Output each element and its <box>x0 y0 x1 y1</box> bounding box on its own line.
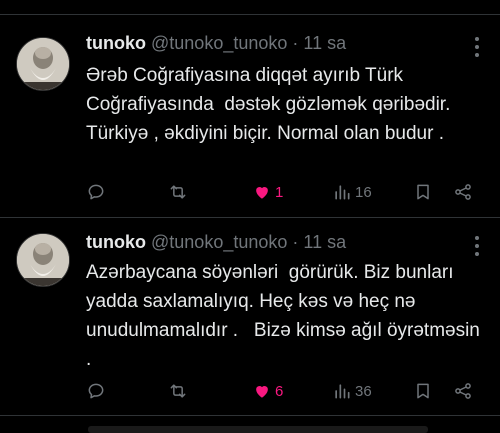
divider-bottom <box>0 415 500 416</box>
avatar[interactable] <box>16 37 70 91</box>
reply-button[interactable] <box>86 180 106 204</box>
retweet-icon <box>170 185 186 199</box>
bookmark-button[interactable] <box>413 180 433 204</box>
timestamp[interactable]: 11 sa <box>303 232 346 252</box>
heart-icon <box>256 386 268 398</box>
user-handle[interactable]: @tunoko_tunoko <box>151 33 287 53</box>
separator-dot: · <box>292 33 299 53</box>
more-options-icon[interactable] <box>474 236 480 256</box>
share-button[interactable] <box>453 180 473 204</box>
user-handle[interactable]: @tunoko_tunoko <box>151 232 287 252</box>
views-button[interactable]: 16 <box>332 180 372 204</box>
retweet-button[interactable] <box>168 379 188 403</box>
views-icon <box>335 185 350 200</box>
views-button[interactable]: 36 <box>332 379 372 403</box>
tweet-actions: 1 16 <box>86 180 486 204</box>
view-count: 36 <box>355 382 372 400</box>
tweet[interactable]: tunoko @tunoko_tunoko · 11 sa Azərbaycan… <box>0 218 500 415</box>
view-count: 16 <box>355 183 372 201</box>
reply-icon <box>88 184 104 200</box>
bookmark-button[interactable] <box>413 379 433 403</box>
avatar-image <box>17 234 69 286</box>
like-count: 1 <box>275 183 284 201</box>
timestamp[interactable]: 11 sa <box>303 33 346 53</box>
share-icon <box>455 383 471 399</box>
avatar[interactable] <box>16 233 70 287</box>
display-name[interactable]: tunoko <box>86 33 146 53</box>
views-icon <box>335 384 350 399</box>
tweet-header: tunoko @tunoko_tunoko · 11 sa <box>86 232 346 253</box>
like-count: 6 <box>275 382 284 400</box>
avatar-image <box>17 38 69 90</box>
bookmark-icon <box>417 383 429 399</box>
more-options-icon[interactable] <box>474 37 480 57</box>
like-button[interactable]: 6 <box>252 379 283 403</box>
retweet-icon <box>170 384 186 398</box>
separator-dot: · <box>292 232 299 252</box>
retweet-button[interactable] <box>168 180 188 204</box>
tweet-header: tunoko @tunoko_tunoko · 11 sa <box>86 33 346 54</box>
bookmark-icon <box>417 184 429 200</box>
tweet-text: Ərəb Coğrafiyasına diqqət ayırıb Türk Co… <box>86 65 456 144</box>
share-button[interactable] <box>453 379 473 403</box>
reply-icon <box>88 383 104 399</box>
tweet[interactable]: tunoko @tunoko_tunoko · 11 sa Ərəb Coğra… <box>0 15 500 217</box>
reply-button[interactable] <box>86 379 106 403</box>
heart-icon <box>256 187 268 199</box>
display-name[interactable]: tunoko <box>86 232 146 252</box>
tweet-actions: 6 36 <box>86 379 486 403</box>
tweet-text: Azərbaycana söyənləri görürük. Biz bunla… <box>86 262 486 370</box>
like-button[interactable]: 1 <box>252 180 283 204</box>
next-tweet-preview <box>0 426 500 433</box>
share-icon <box>455 184 471 200</box>
